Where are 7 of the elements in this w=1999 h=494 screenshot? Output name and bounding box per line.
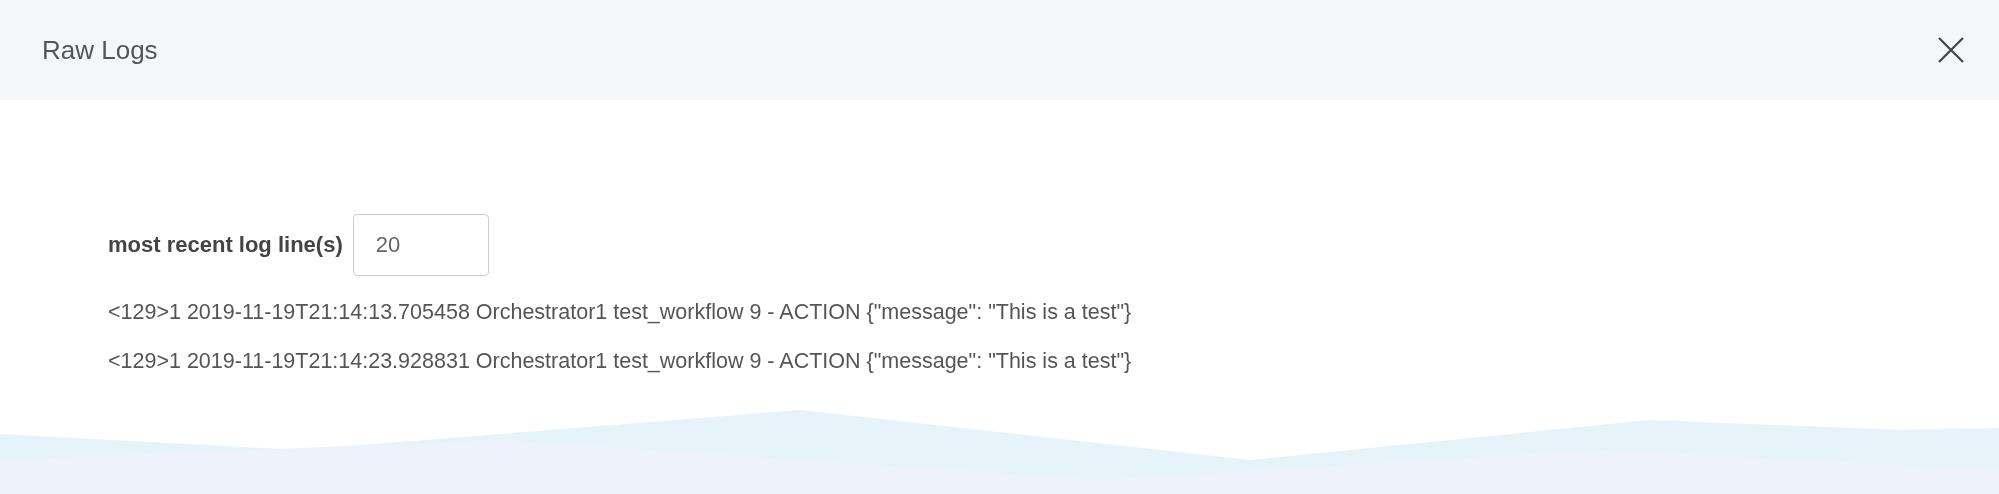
line-count-field[interactable]: 20 [352,214,489,276]
line-count-label: most recent log line(s) [108,232,343,258]
close-button[interactable] [1937,36,1965,64]
log-line: <129>1 2019-11-19T21:14:13.705458 Orchestrator1 test_workflow 9 - ACTION {"message": "This is a test"} [108,299,1133,326]
close-icon [1937,36,1965,64]
log-line: <129>1 2019-11-19T21:14:23.928831 Orchestrator1 test_workflow 9 - ACTION {"message": "This is a test"} [108,348,1133,375]
dialog-title: Raw Logs [42,34,158,66]
